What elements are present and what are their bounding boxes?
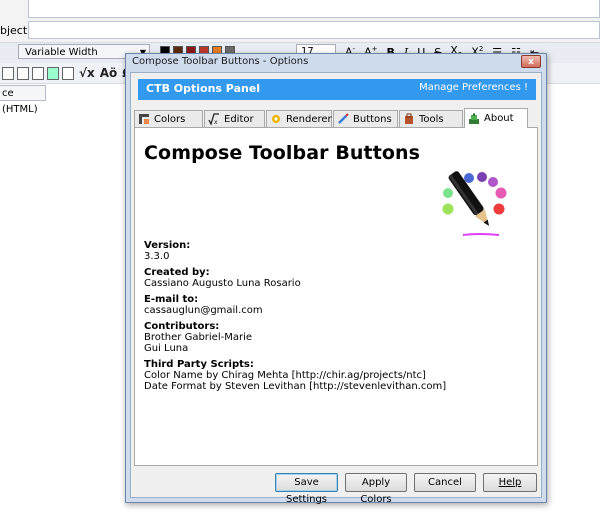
page-icon[interactable]	[2, 66, 14, 80]
about-info: Version: 3.3.0 Created by: Cassiano Augu…	[144, 240, 446, 397]
renderer-icon	[272, 115, 280, 123]
accent-chars-icon[interactable]: Aö	[100, 66, 118, 80]
third-party-label: Third Party Scripts:	[144, 359, 254, 370]
subject-field[interactable]	[28, 21, 600, 39]
version-value: 3.3.0	[144, 251, 170, 262]
tab-buttons[interactable]: Buttons	[333, 110, 398, 127]
help-button[interactable]: Help	[483, 473, 537, 492]
tab-strip: Colors x Editor Renderer Buttons Tools A…	[134, 108, 542, 128]
tab-about[interactable]: About	[464, 108, 528, 128]
html-source-tab[interactable]: ce (HTML)	[0, 85, 46, 115]
svg-text:x: x	[214, 119, 218, 125]
email-label: E-mail to:	[144, 294, 199, 305]
panel-header: CTB Options Panel Manage Preferences !	[138, 79, 536, 100]
close-button[interactable]: x	[521, 55, 541, 68]
palette-pencil-logo	[442, 171, 507, 236]
save-settings-button[interactable]: Save Settings	[275, 473, 338, 505]
paste-icon[interactable]	[32, 66, 44, 80]
tab-label: Colors	[154, 113, 186, 125]
options-dialog: Compose Toolbar Buttons - Options x CTB …	[125, 53, 547, 505]
tab-colors[interactable]: Colors	[134, 110, 203, 127]
panel-title: CTB Options Panel	[146, 82, 261, 95]
image-icon[interactable]	[47, 66, 59, 80]
buttons-icon	[338, 113, 349, 124]
math-icon[interactable]: √x	[79, 66, 95, 80]
email-value[interactable]: cassauglun@gmail.com	[144, 305, 446, 316]
created-by-value: Cassiano Augusto Luna Rosario	[144, 278, 301, 289]
tab-editor[interactable]: x Editor	[204, 110, 265, 127]
tab-tools[interactable]: Tools	[399, 110, 463, 127]
dialog-title: Compose Toolbar Buttons - Options	[132, 56, 309, 67]
tab-label: Tools	[419, 113, 444, 125]
editor-icon: x	[208, 113, 219, 125]
third-party-item: Color Name by Chirag Mehta [http://chir.…	[144, 370, 426, 381]
cancel-button[interactable]: Cancel	[414, 473, 476, 492]
dialog-client: CTB Options Panel Manage Preferences ! C…	[130, 72, 542, 505]
tools-icon	[405, 113, 413, 124]
recipient-field[interactable]	[28, 0, 600, 18]
tab-label: Buttons	[353, 113, 392, 125]
about-icon	[469, 113, 479, 124]
close-icon: x	[528, 57, 534, 67]
font-select-value: Variable Width	[25, 47, 98, 58]
tab-label: Editor	[224, 113, 254, 125]
ctb-toolbar-icons: √x Aö Ω	[2, 65, 132, 81]
contributor-item: Brother Gabriel-Marie	[144, 332, 253, 343]
dialog-titlebar[interactable]: Compose Toolbar Buttons - Options x	[126, 54, 546, 71]
third-party-item: Date Format by Steven Levithan [http://s…	[144, 381, 447, 392]
manage-preferences-link[interactable]: Manage Preferences !	[419, 82, 528, 93]
contributors-label: Contributors:	[144, 321, 220, 332]
version-label: Version:	[144, 240, 191, 251]
subject-label: bject:	[0, 24, 31, 37]
tab-label: Renderer	[286, 113, 332, 125]
apply-colors-button[interactable]: Apply Colors	[345, 473, 407, 505]
document-icon[interactable]	[62, 66, 74, 80]
colors-icon	[139, 114, 149, 124]
contributor-item: Gui Luna	[144, 343, 189, 354]
created-by-label: Created by:	[144, 267, 210, 278]
tab-label: About	[484, 113, 514, 124]
about-pane: Compose Toolbar Buttons Version: 3.3.0 C…	[134, 127, 538, 466]
copy-icon[interactable]	[17, 66, 29, 80]
about-heading: Compose Toolbar Buttons	[144, 142, 421, 164]
tab-renderer[interactable]: Renderer	[266, 110, 332, 127]
